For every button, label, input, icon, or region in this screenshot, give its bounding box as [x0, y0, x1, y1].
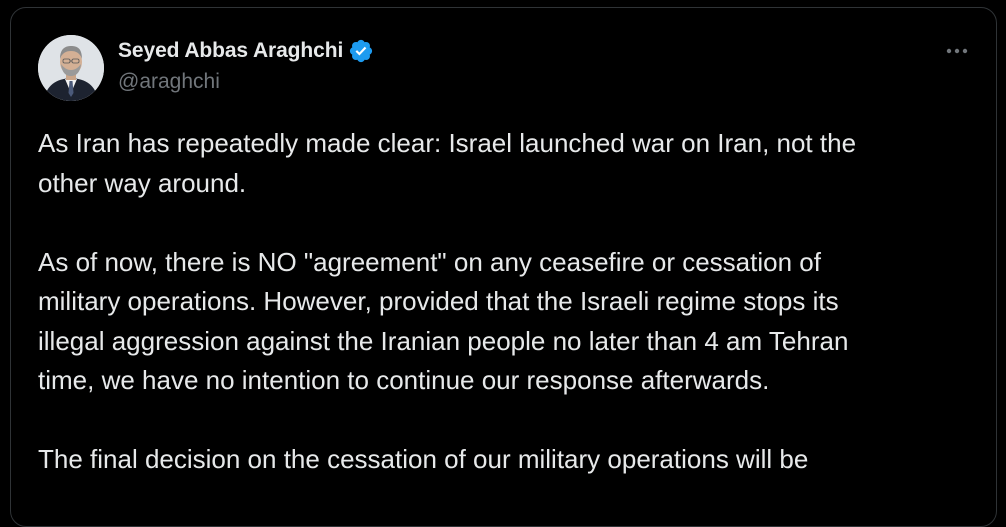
- author-handle[interactable]: @araghchi: [118, 70, 220, 94]
- more-options-button[interactable]: [940, 36, 974, 66]
- profile-photo: [38, 35, 104, 101]
- verified-badge-icon[interactable]: [348, 38, 374, 64]
- tweet-paragraph: As Iran has repeatedly made clear: Israe…: [38, 128, 857, 198]
- author-display-name[interactable]: Seyed Abbas Araghchi: [118, 39, 343, 63]
- tweet-paragraph: The final decision on the cessation of o…: [38, 444, 809, 474]
- author-name-row: Seyed Abbas Araghchi: [118, 36, 374, 66]
- tweet-text: As Iran has repeatedly made clear: Israe…: [38, 124, 968, 519]
- avatar[interactable]: [38, 35, 104, 101]
- more-horizontal-icon: [946, 48, 968, 54]
- tweet-paragraph: As of now, there is NO "agreement" on an…: [38, 246, 849, 396]
